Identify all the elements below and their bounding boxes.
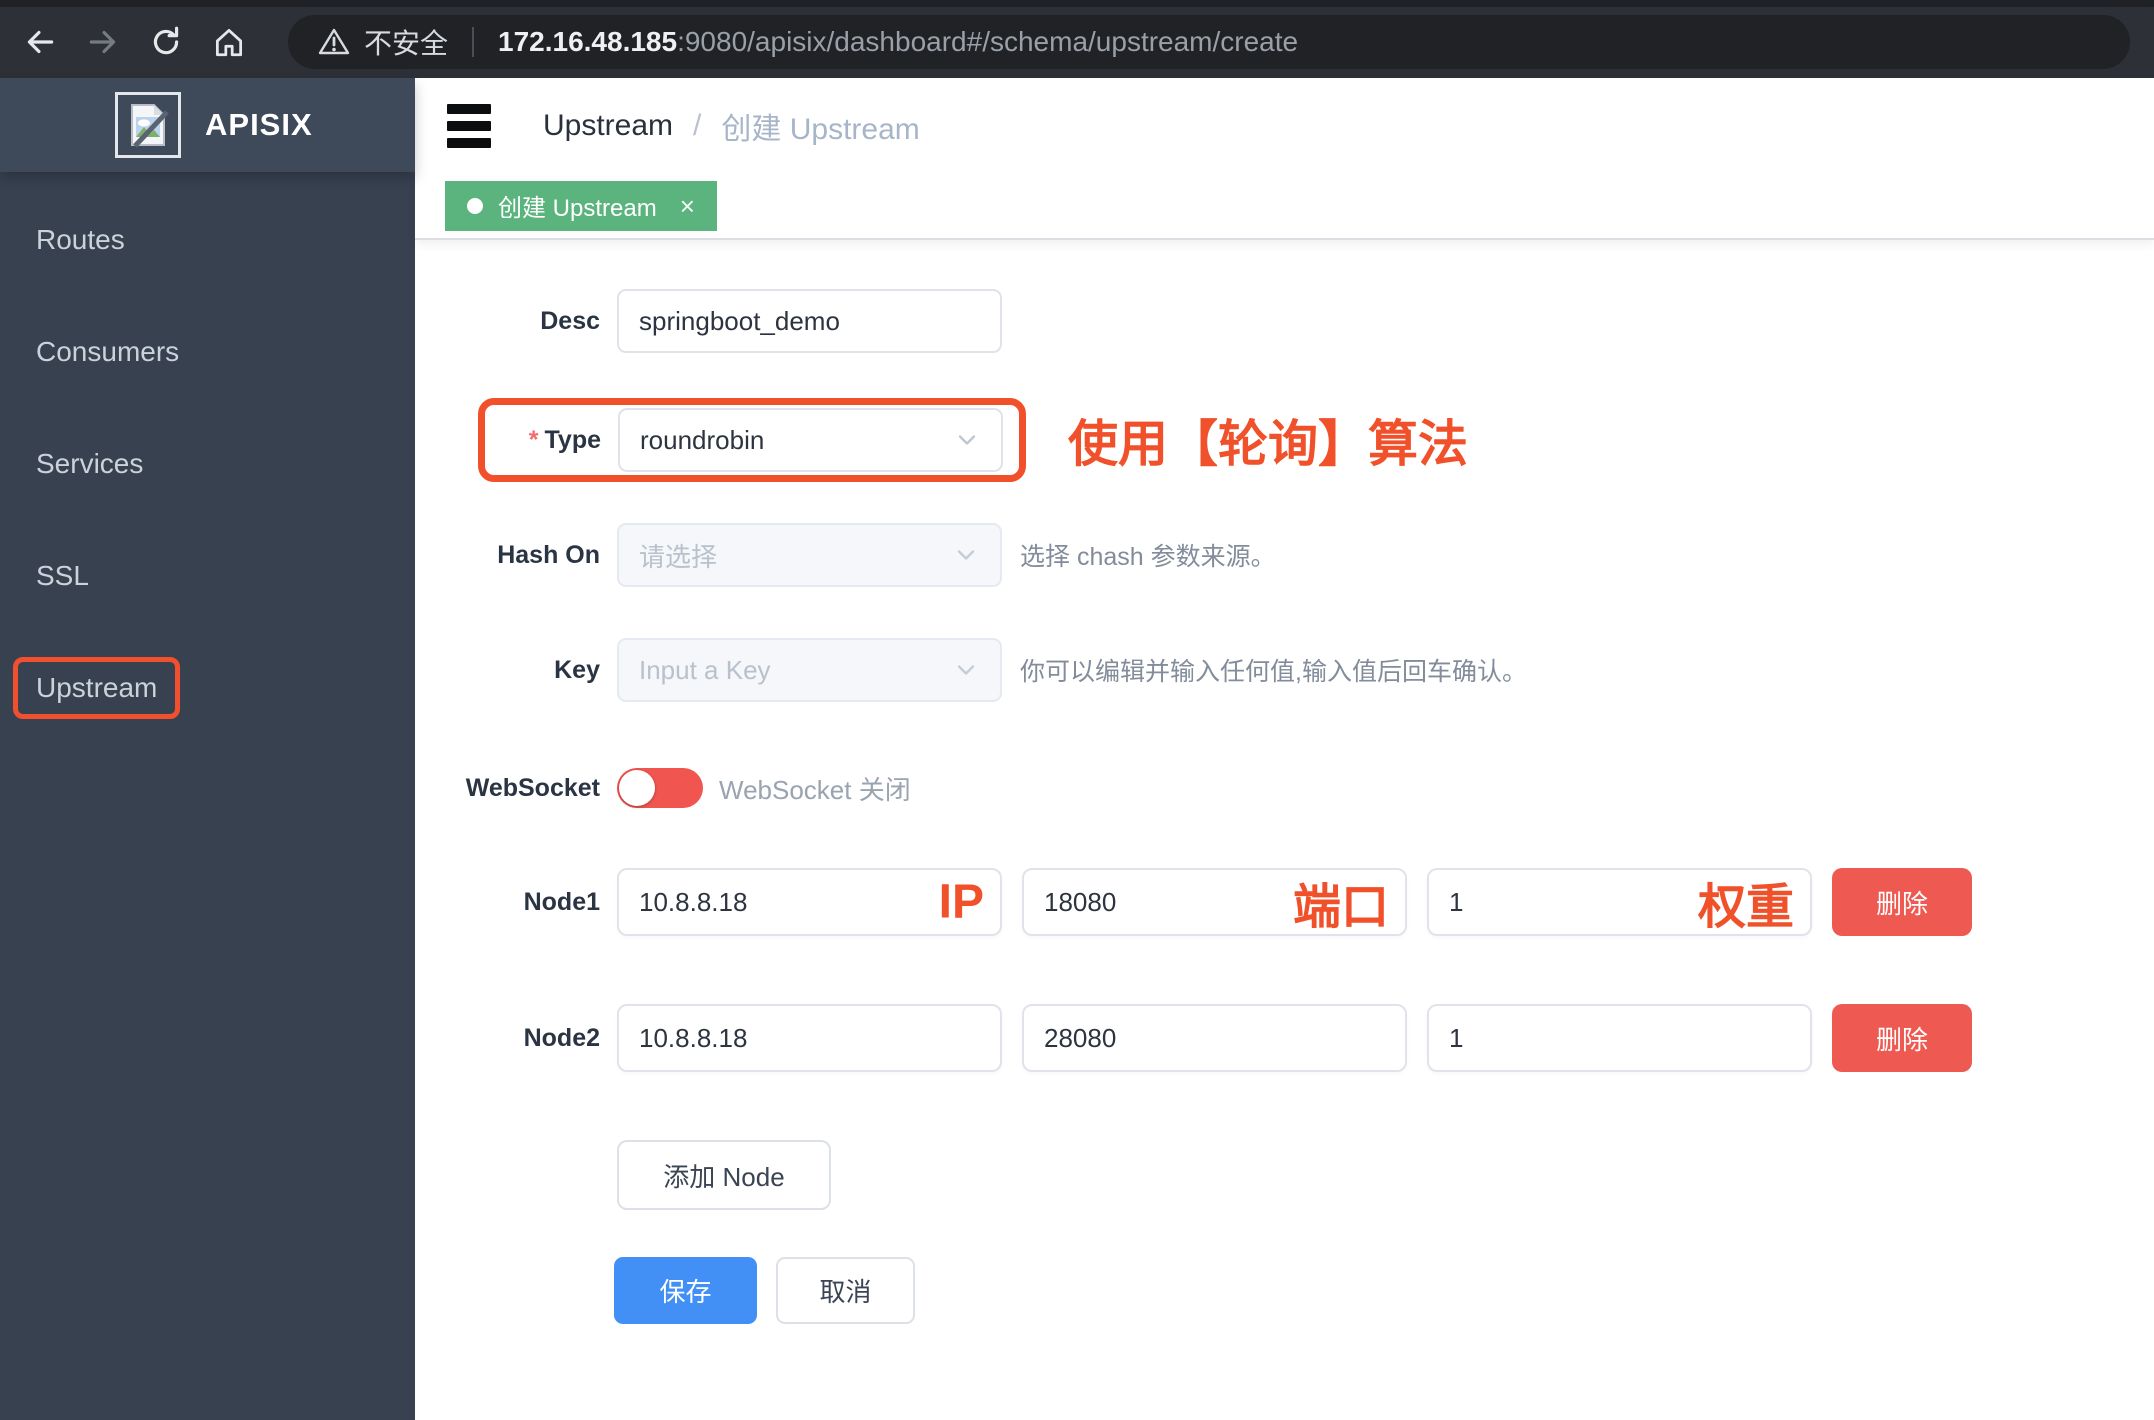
sidebar: APISIX Routes Consumers Services SSL Ups… bbox=[0, 78, 415, 1420]
node2-label: Node2 bbox=[523, 1023, 600, 1052]
node1-label: Node1 bbox=[523, 887, 600, 916]
hash-on-label: Hash On bbox=[497, 540, 600, 569]
key-select: Input a Key bbox=[617, 638, 1002, 702]
add-node-button[interactable]: 添加 Node bbox=[617, 1140, 831, 1210]
type-select-value: roundrobin bbox=[640, 424, 765, 455]
warning-icon bbox=[318, 28, 350, 55]
chevron-down-icon bbox=[958, 435, 976, 445]
annotation-box-upstream: Upstream bbox=[13, 657, 181, 719]
hamburger-menu-icon[interactable] bbox=[447, 103, 491, 148]
key-hint: 你可以编辑并输入任何值,输入值后回车确认。 bbox=[1020, 658, 1527, 686]
key-row: Key Input a Key 你可以编辑并输入任何值,输入值后回车确认。 bbox=[415, 638, 2154, 702]
sidebar-item-ssl[interactable]: SSL bbox=[0, 520, 415, 632]
node2-row: Node2 删除 bbox=[415, 1004, 2154, 1072]
node1-port-wrap: 端口 bbox=[1022, 868, 1407, 936]
sidebar-item-routes[interactable]: Routes bbox=[0, 184, 415, 296]
node2-ip-wrap bbox=[617, 1004, 1002, 1072]
cancel-button[interactable]: 取消 bbox=[776, 1257, 915, 1324]
key-label: Key bbox=[554, 655, 600, 684]
form-actions: 保存 取消 bbox=[614, 1257, 2154, 1324]
tab-dot-icon bbox=[467, 197, 483, 214]
tab-label: 创建 Upstream bbox=[498, 195, 657, 222]
desc-input[interactable] bbox=[617, 289, 1002, 353]
node1-row: Node1 IP 端口 权重 删除 bbox=[415, 868, 2154, 936]
type-label: * Type bbox=[528, 425, 601, 454]
tab-create-upstream[interactable]: 创建 Upstream × bbox=[445, 180, 717, 231]
hash-on-hint: 选择 chash 参数来源。 bbox=[1020, 543, 1276, 571]
node1-port-input[interactable] bbox=[1022, 868, 1407, 936]
websocket-row: WebSocket WebSocket 关闭 bbox=[415, 768, 2154, 808]
required-mark: * bbox=[528, 425, 539, 454]
address-bar[interactable]: 不安全 172.16.48.185:9080/apisix/dashboard#… bbox=[288, 15, 2130, 69]
websocket-status: WebSocket 关闭 bbox=[719, 774, 911, 805]
home-icon bbox=[215, 28, 243, 57]
toggle-knob bbox=[619, 770, 655, 806]
sidebar-item-services[interactable]: Services bbox=[0, 408, 415, 520]
node2-weight-wrap bbox=[1427, 1004, 1812, 1072]
node1-ip-input[interactable] bbox=[617, 868, 1002, 936]
page-header: Upstream / 创建 Upstream bbox=[415, 78, 2154, 173]
desc-row: Desc bbox=[415, 289, 2154, 353]
hash-on-placeholder: 请选择 bbox=[639, 541, 718, 572]
main-content: Upstream / 创建 Upstream 创建 Upstream × Des… bbox=[415, 78, 2154, 1420]
node2-ip-input[interactable] bbox=[617, 1004, 1002, 1072]
screen: 不安全 172.16.48.185:9080/apisix/dashboard#… bbox=[0, 0, 2154, 1420]
breadcrumb: Upstream / 创建 Upstream bbox=[543, 104, 920, 148]
security-label: 不安全 bbox=[364, 28, 449, 59]
node2-weight-input[interactable] bbox=[1427, 1004, 1812, 1072]
node2-port-wrap bbox=[1022, 1004, 1407, 1072]
url-host: 172.16.48.185 bbox=[498, 26, 678, 57]
reload-icon bbox=[153, 26, 179, 55]
node1-delete-button[interactable]: 删除 bbox=[1832, 868, 1972, 936]
type-annotation: 使用【轮询】算法 bbox=[1068, 416, 1468, 472]
home-button[interactable] bbox=[205, 18, 253, 66]
sidebar-item-label: Services bbox=[36, 448, 144, 479]
websocket-toggle[interactable] bbox=[617, 768, 703, 808]
forward-icon bbox=[89, 30, 116, 54]
node2-delete-button[interactable]: 删除 bbox=[1832, 1004, 1972, 1072]
tab-close-icon[interactable]: × bbox=[680, 193, 695, 219]
hash-on-row: Hash On 请选择 选择 chash 参数来源。 bbox=[415, 523, 2154, 587]
tab-strip: 创建 Upstream × bbox=[415, 173, 2154, 240]
url-path: :9080/apisix/dashboard#/schema/upstream/… bbox=[677, 26, 1299, 57]
desc-label: Desc bbox=[540, 306, 600, 335]
node1-weight-input[interactable] bbox=[1427, 868, 1812, 936]
logo-box bbox=[115, 92, 181, 158]
add-node-row: 添加 Node bbox=[415, 1140, 2154, 1210]
chevron-down-icon bbox=[957, 665, 975, 675]
sidebar-item-upstream[interactable]: Upstream bbox=[0, 632, 415, 744]
type-select[interactable]: roundrobin bbox=[618, 408, 1003, 472]
chevron-down-icon bbox=[957, 550, 975, 560]
sidebar-item-label: Routes bbox=[36, 224, 125, 255]
save-button[interactable]: 保存 bbox=[614, 1257, 757, 1324]
sidebar-item-label: SSL bbox=[36, 560, 89, 591]
node2-port-input[interactable] bbox=[1022, 1004, 1407, 1072]
brand-row: APISIX bbox=[0, 78, 415, 172]
key-placeholder: Input a Key bbox=[639, 654, 771, 685]
brand-name: APISIX bbox=[205, 107, 313, 142]
back-icon bbox=[27, 30, 54, 54]
breadcrumb-current: 创建 Upstream bbox=[721, 112, 920, 146]
browser-toolbar: 不安全 172.16.48.185:9080/apisix/dashboard#… bbox=[0, 0, 2154, 78]
type-row: * Type roundrobin 使用【轮询】算法 bbox=[415, 398, 2154, 482]
sidebar-item-label: Consumers bbox=[36, 336, 180, 367]
forward-button[interactable] bbox=[79, 18, 127, 66]
sidebar-nav: Routes Consumers Services SSL Upstream bbox=[0, 172, 415, 744]
hash-on-select: 请选择 bbox=[617, 523, 1002, 587]
node1-ip-wrap: IP bbox=[617, 868, 1002, 936]
sidebar-item-label: Upstream bbox=[36, 672, 158, 703]
node1-weight-wrap: 权重 bbox=[1427, 868, 1812, 936]
upstream-form: Desc *Type roundrobin 使用【轮询】算法 bbox=[415, 240, 2154, 1324]
breadcrumb-separator: / bbox=[693, 108, 702, 142]
reload-button[interactable] bbox=[142, 18, 190, 66]
sidebar-item-consumers[interactable]: Consumers bbox=[0, 296, 415, 408]
broken-image-icon bbox=[131, 104, 169, 148]
back-button[interactable] bbox=[16, 18, 64, 66]
websocket-label: WebSocket bbox=[465, 773, 600, 802]
annotation-box-type: * Type roundrobin bbox=[478, 398, 1026, 482]
breadcrumb-parent[interactable]: Upstream bbox=[543, 109, 673, 143]
address-bar-divider bbox=[472, 27, 475, 57]
